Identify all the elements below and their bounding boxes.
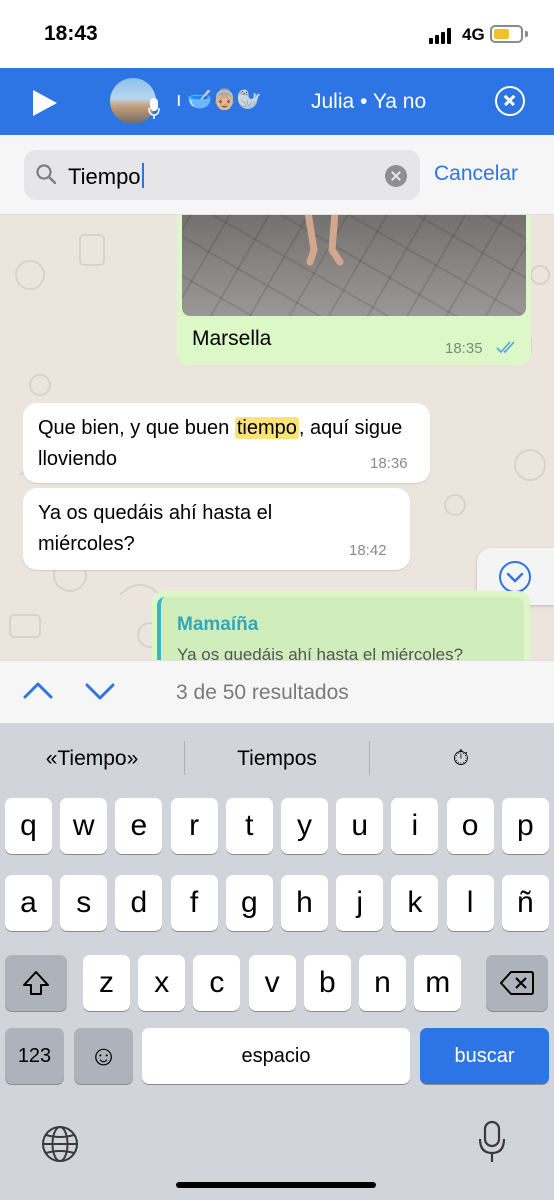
suggestion-item[interactable]: Tiempos — [200, 747, 354, 771]
chat-area[interactable]: Marsella 18:35 Que bien, y que buen tiem… — [0, 215, 554, 660]
key-e[interactable]: e — [115, 798, 163, 854]
suggestion-item[interactable]: «Tiempo» — [20, 747, 164, 771]
key-k[interactable]: k — [391, 875, 439, 931]
key-f[interactable]: f — [170, 875, 218, 931]
key-h[interactable]: h — [281, 875, 328, 931]
key-u[interactable]: u — [336, 798, 384, 854]
play-icon[interactable] — [33, 90, 57, 116]
mic-icon — [148, 98, 160, 119]
key-z[interactable]: z — [83, 955, 130, 1011]
search-highlight: tiempo — [234, 417, 299, 439]
message-time: 18:35 — [445, 340, 483, 357]
search-icon — [36, 164, 56, 184]
key-y[interactable]: y — [281, 798, 328, 854]
key-b[interactable]: b — [303, 955, 351, 1011]
globe-icon[interactable] — [40, 1124, 80, 1164]
stopwatch-icon[interactable]: ⏱ — [384, 747, 538, 771]
photo-legs — [304, 215, 344, 266]
key-v[interactable]: v — [248, 955, 296, 1011]
signal-icon — [429, 28, 455, 44]
emoji-key[interactable]: ☺ — [74, 1028, 133, 1084]
key-s[interactable]: s — [60, 875, 108, 931]
quoted-message[interactable]: Mamaíña Ya os quedáis ahí hasta el miérc… — [157, 597, 524, 660]
status-bar: 18:43 4G — [0, 0, 554, 68]
voice-title: Julia • Ya no — [311, 90, 427, 113]
shift-key[interactable] — [5, 955, 67, 1011]
battery-icon — [490, 25, 523, 43]
chevron-down-icon — [499, 561, 531, 593]
space-key[interactable]: espacio — [142, 1028, 410, 1084]
key-a[interactable]: a — [5, 875, 52, 931]
key-w[interactable]: w — [60, 798, 108, 854]
key-d[interactable]: d — [115, 875, 163, 931]
key-g[interactable]: g — [225, 875, 273, 931]
search-key[interactable]: buscar — [420, 1028, 549, 1084]
key-m[interactable]: m — [414, 955, 462, 1011]
key-q[interactable]: q — [5, 798, 52, 854]
search-header: Tiempo Cancelar — [0, 135, 554, 215]
key-x[interactable]: x — [138, 955, 186, 1011]
home-indicator — [176, 1182, 376, 1188]
chevron-up-icon[interactable] — [22, 679, 54, 703]
key-ñ[interactable]: ñ — [501, 875, 549, 931]
search-input[interactable]: Tiempo — [24, 150, 420, 200]
cancel-button[interactable]: Cancelar — [434, 162, 518, 186]
message-time: 18:42 — [349, 542, 387, 559]
voice-message-bar[interactable]: ı 🥣👵🏼🦭 Julia • Ya no — [0, 68, 554, 135]
key-l[interactable]: l — [446, 875, 494, 931]
incoming-message[interactable]: Que bien, y que buen tiempo, aquí sigue … — [23, 403, 430, 483]
read-receipt-icon — [496, 341, 515, 354]
key-n[interactable]: n — [359, 955, 406, 1011]
chevron-down-icon[interactable] — [84, 679, 116, 703]
suggestion-bar: «Tiempo» Tiempos ⏱ — [0, 723, 554, 793]
image-message[interactable]: Marsella 18:35 — [177, 215, 531, 365]
incoming-message[interactable]: Ya os quedáis ahí hasta el miércoles? 18… — [23, 488, 410, 570]
keyboard: «Tiempo» Tiempos ⏱ qwertyuiop asdfghjklñ… — [0, 723, 554, 1200]
reply-message[interactable]: Mamaíña Ya os quedáis ahí hasta el miérc… — [152, 591, 530, 660]
key-o[interactable]: o — [446, 798, 494, 854]
key-c[interactable]: c — [193, 955, 241, 1011]
key-t[interactable]: t — [225, 798, 273, 854]
results-count: 3 de 50 resultados — [176, 681, 349, 704]
image-caption: Marsella — [192, 327, 272, 350]
microphone-icon[interactable] — [478, 1120, 506, 1164]
text-caret — [141, 163, 144, 188]
status-time: 18:43 — [44, 22, 98, 45]
photo[interactable] — [182, 215, 526, 316]
quoted-text: Ya os quedáis ahí hasta el miércoles? — [177, 645, 464, 660]
network-type: 4G — [462, 25, 485, 44]
search-results-bar: 3 de 50 resultados — [0, 660, 554, 723]
quoted-author: Mamaíña — [177, 614, 259, 635]
chat-name-emojis: ı 🥣👵🏼🦭 — [176, 89, 262, 111]
numbers-key[interactable]: 123 — [5, 1028, 64, 1084]
backspace-key[interactable] — [486, 955, 548, 1011]
clear-search-icon[interactable] — [385, 165, 407, 187]
message-time: 18:36 — [370, 455, 408, 472]
key-i[interactable]: i — [391, 798, 439, 854]
key-j[interactable]: j — [336, 875, 384, 931]
search-query: Tiempo — [68, 164, 141, 189]
key-r[interactable]: r — [170, 798, 218, 854]
key-p[interactable]: p — [501, 798, 549, 854]
close-icon[interactable] — [495, 86, 525, 116]
